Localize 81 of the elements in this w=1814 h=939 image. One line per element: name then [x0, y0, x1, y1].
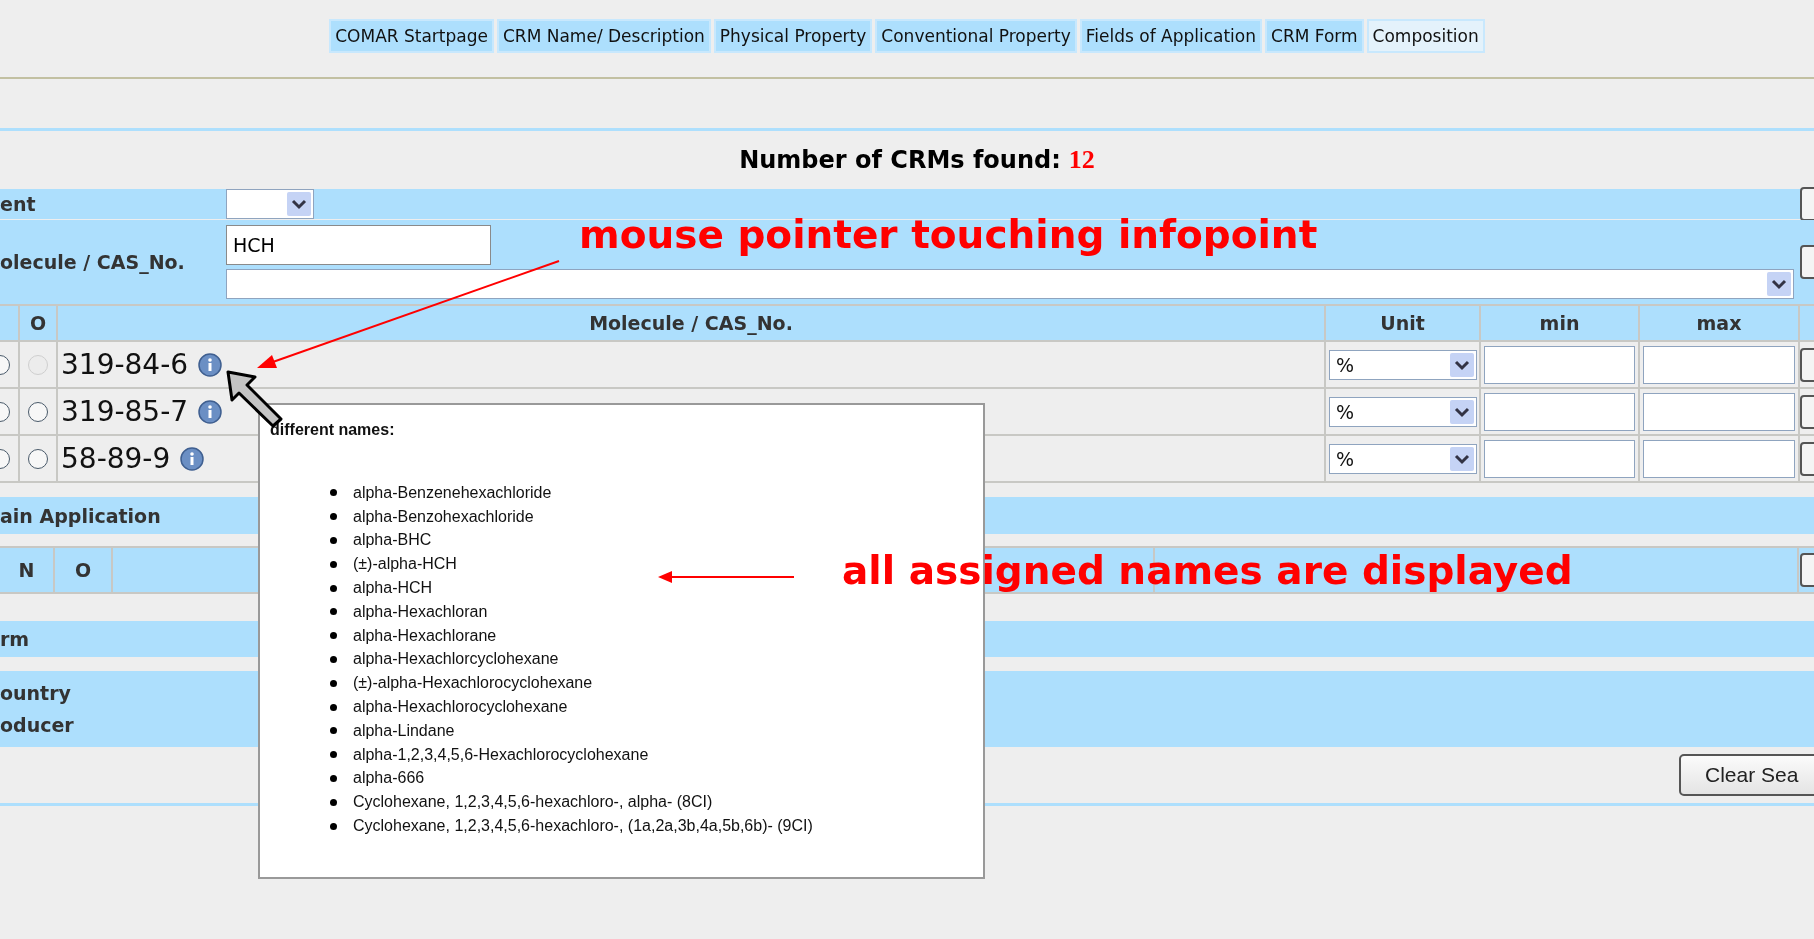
name-item: alpha-Hexachlorane [353, 626, 497, 645]
name-item: alpha-Benzohexachloride [353, 507, 534, 526]
name-item: alpha-Hexachlorcyclohexane [353, 650, 559, 669]
cas-number: 58-89-9 [61, 442, 171, 475]
chevron-icon [1450, 399, 1474, 424]
info-icon[interactable] [198, 352, 223, 377]
bullet-icon [330, 608, 337, 616]
column-header: max [1640, 306, 1798, 340]
name-item: alpha-BHC [353, 531, 432, 550]
chevron-icon [287, 192, 311, 216]
section-label: ountry [0, 682, 72, 704]
molecule-select[interactable] [226, 269, 1794, 299]
nav-tab[interactable]: CRM Name/ Description [497, 19, 711, 53]
clear-search-button[interactable]: Clear Sea [1679, 754, 1814, 796]
column-header: O [74, 559, 92, 581]
annotation-text: mouse pointer touching infopoint [579, 212, 1318, 257]
unit-select[interactable]: % [1329, 349, 1477, 380]
bullet-icon [330, 703, 337, 711]
bullet-icon [330, 489, 337, 497]
section-label: oducer [0, 714, 75, 736]
nav-tab[interactable]: COMAR Startpage [329, 19, 494, 53]
results-label: Number of CRMs found: [739, 146, 1061, 174]
cas-number: 319-85-7 [61, 395, 189, 428]
chevron-icon [1450, 446, 1474, 471]
name-item: alpha-Benzenehexachloride [353, 483, 552, 502]
tooltip-title: different names: [270, 421, 396, 439]
nav-tab[interactable]: Physical Property [713, 19, 873, 53]
column-header: min [1481, 306, 1638, 340]
name-item: alpha-Lindane [353, 721, 455, 740]
bullet-icon [330, 513, 337, 521]
column-header: O [20, 306, 56, 340]
info-icon[interactable] [180, 446, 205, 471]
bullet-icon [330, 537, 337, 544]
name-item: alpha-1,2,3,4,5,6-Hexachlorocyclohexane [353, 745, 649, 764]
radio-button[interactable] [28, 448, 48, 469]
name-item: alpha-Hexachlorocyclohexane [353, 698, 568, 717]
min-field[interactable] [1484, 345, 1635, 384]
min-field[interactable] [1484, 439, 1635, 478]
nav-tab[interactable]: Composition [1366, 19, 1485, 53]
name-item: alpha-Hexachloran [353, 602, 488, 621]
annotation-text: all assigned names are displayed [842, 548, 1573, 593]
bullet-icon [330, 751, 337, 759]
bullet-icon [330, 679, 337, 687]
unit-select[interactable]: % [1329, 396, 1477, 427]
nav-tab[interactable]: CRM Form [1265, 19, 1364, 53]
name-item: (±)-alpha-Hexachlorocyclohexane [353, 674, 593, 693]
bullet-icon [330, 584, 337, 592]
name-item: alpha-666 [353, 769, 425, 788]
column-header: Unit [1326, 306, 1479, 340]
results-count: 12 [1068, 145, 1095, 175]
section-label: rm [0, 628, 31, 650]
bullet-icon [330, 560, 337, 568]
bullet-icon [330, 774, 337, 782]
filter-label: ent [0, 193, 37, 215]
section-label: ain Application [0, 504, 162, 527]
bullet-icon [330, 798, 337, 806]
info-icon[interactable] [198, 399, 223, 424]
unit-select[interactable]: % [1329, 443, 1477, 474]
min-field[interactable] [1484, 392, 1635, 431]
column-header: N [18, 559, 35, 581]
column-header: Molecule / CAS_No. [58, 306, 1324, 340]
radio-button[interactable] [28, 401, 48, 422]
element-select[interactable] [226, 189, 314, 219]
filter-label: olecule / CAS_No. [0, 251, 186, 273]
chevron-icon [1450, 352, 1474, 377]
cas-number: 319-84-6 [61, 348, 189, 381]
name-item: Cyclohexane, 1,2,3,4,5,6-hexachloro-, alpha- (8CI) [353, 793, 713, 812]
max-field[interactable] [1643, 392, 1795, 431]
nav-tab[interactable]: Conventional Property [875, 19, 1077, 53]
chevron-icon [1767, 272, 1791, 296]
max-field[interactable] [1643, 345, 1795, 384]
bullet-icon [330, 655, 337, 663]
bullet-icon [330, 632, 337, 640]
nav-tab[interactable]: Fields of Application [1079, 19, 1262, 53]
bullet-icon [330, 822, 337, 830]
name-item: Cyclohexane, 1,2,3,4,5,6-hexachloro-, (1a,2a,3b,4a,5b,6b)- (9CI) [353, 817, 813, 836]
name-item: alpha-HCH [353, 579, 433, 598]
molecule-search-field[interactable]: HCH [226, 225, 491, 265]
bullet-icon [330, 727, 337, 735]
max-field[interactable] [1643, 439, 1795, 478]
name-item: (±)-alpha-HCH [353, 555, 457, 574]
